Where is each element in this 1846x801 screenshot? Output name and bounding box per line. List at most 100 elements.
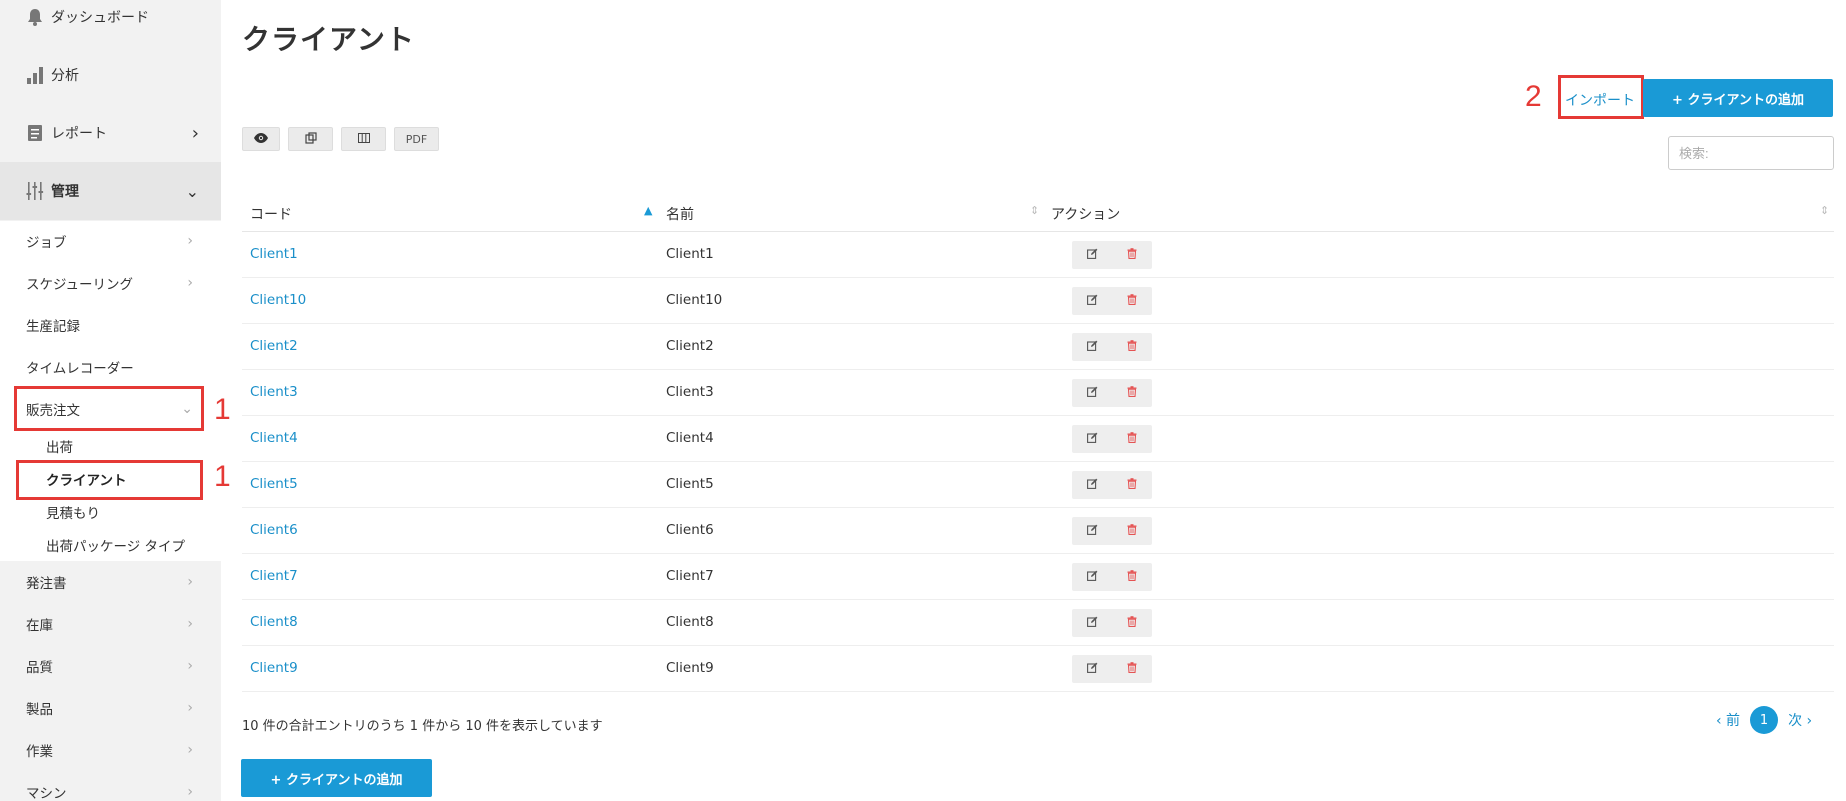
- trash-icon[interactable]: [1127, 662, 1137, 676]
- document-icon: [25, 123, 45, 143]
- edit-icon[interactable]: [1086, 432, 1098, 446]
- sidebar-item-quotes[interactable]: 見積もり: [0, 496, 221, 528]
- sidebar-item-quality[interactable]: 品質 ›: [0, 645, 221, 687]
- sidebar-item-label: ジョブ: [26, 235, 67, 251]
- add-client-button-bottom[interactable]: + クライアントの追加: [241, 759, 432, 797]
- table-row: Client9 Client9: [242, 646, 1834, 692]
- row-actions: [1072, 655, 1152, 683]
- table-body: Client1 Client1 Client10 Client10 Client2 Cli…: [242, 232, 1834, 692]
- edit-icon[interactable]: [1086, 478, 1098, 492]
- pagination: ‹ 前 1 次 ›: [1716, 706, 1812, 734]
- table-toolbar: PDF: [242, 127, 439, 151]
- sort-icon[interactable]: ⇕: [1820, 204, 1829, 217]
- trash-icon[interactable]: [1127, 616, 1137, 630]
- pdf-button[interactable]: PDF: [394, 127, 439, 151]
- client-code-link[interactable]: Client5: [250, 476, 298, 492]
- edit-icon[interactable]: [1086, 294, 1098, 308]
- sort-icon[interactable]: ⇕: [1030, 204, 1039, 217]
- trash-icon[interactable]: [1127, 340, 1137, 354]
- sidebar-item-purchase-orders[interactable]: 発注書 ›: [0, 561, 221, 603]
- client-code-link[interactable]: Client6: [250, 522, 298, 538]
- sidebar-item-shipping[interactable]: 出荷: [0, 430, 221, 462]
- row-actions: [1072, 287, 1152, 315]
- row-actions: [1072, 333, 1152, 361]
- sidebar-item-label: 発注書: [26, 576, 67, 592]
- sidebar-item-reports[interactable]: レポート ›: [0, 104, 221, 162]
- table-row: Client4 Client4: [242, 416, 1834, 462]
- chevron-right-icon: ›: [187, 616, 193, 632]
- sidebar-item-inventory[interactable]: 在庫 ›: [0, 603, 221, 645]
- client-code-link[interactable]: Client1: [250, 246, 298, 262]
- client-name: Client5: [666, 476, 714, 492]
- table-row: Client10 Client10: [242, 278, 1834, 324]
- column-header-actions[interactable]: アクション: [1051, 204, 1120, 224]
- column-header-code[interactable]: コード: [250, 204, 292, 224]
- chevron-down-icon: ⌄: [185, 181, 199, 201]
- row-actions: [1072, 241, 1152, 269]
- client-code-link[interactable]: Client2: [250, 338, 298, 354]
- prev-page-link[interactable]: ‹ 前: [1716, 710, 1740, 730]
- edit-icon[interactable]: [1086, 340, 1098, 354]
- table-row: Client5 Client5: [242, 462, 1834, 508]
- sidebar-item-products[interactable]: 製品 ›: [0, 687, 221, 729]
- view-button[interactable]: [242, 127, 280, 151]
- edit-icon[interactable]: [1086, 386, 1098, 400]
- trash-icon[interactable]: [1127, 386, 1137, 400]
- client-code-link[interactable]: Client4: [250, 430, 298, 446]
- sidebar-item-scheduling[interactable]: スケジューリング ›: [0, 262, 221, 304]
- import-link[interactable]: インポート: [1565, 90, 1635, 110]
- column-header-name[interactable]: 名前: [666, 204, 694, 224]
- next-page-link[interactable]: 次 ›: [1788, 710, 1812, 730]
- search-input[interactable]: [1668, 136, 1834, 170]
- bar-chart-icon: [25, 65, 45, 85]
- sidebar-item-machines[interactable]: マシン ›: [0, 771, 221, 801]
- trash-icon[interactable]: [1127, 524, 1137, 538]
- add-client-button[interactable]: + クライアントの追加: [1643, 79, 1833, 117]
- columns-icon: [357, 132, 370, 146]
- chevron-right-icon: ›: [187, 574, 193, 590]
- trash-icon[interactable]: [1127, 248, 1137, 262]
- trash-icon[interactable]: [1127, 570, 1137, 584]
- trash-icon[interactable]: [1127, 294, 1137, 308]
- client-code-link[interactable]: Client9: [250, 660, 298, 676]
- sidebar-item-analytics[interactable]: 分析: [0, 46, 221, 104]
- row-actions: [1072, 563, 1152, 591]
- edit-icon[interactable]: [1086, 524, 1098, 538]
- client-name: Client6: [666, 522, 714, 538]
- client-code-link[interactable]: Client8: [250, 614, 298, 630]
- sidebar-item-jobs[interactable]: ジョブ ›: [0, 220, 221, 262]
- sidebar-item-work[interactable]: 作業 ›: [0, 729, 221, 771]
- sidebar-item-label: スケジューリング: [26, 277, 134, 293]
- edit-icon[interactable]: [1086, 662, 1098, 676]
- sidebar-item-package-types[interactable]: 出荷パッケージ タイプ: [0, 529, 221, 561]
- edit-icon[interactable]: [1086, 570, 1098, 584]
- sidebar-item-label: タイムレコーダー: [26, 361, 134, 377]
- copy-button[interactable]: [288, 127, 333, 151]
- edit-icon[interactable]: [1086, 616, 1098, 630]
- trash-icon[interactable]: [1127, 478, 1137, 492]
- client-code-link[interactable]: Client10: [250, 292, 306, 308]
- sidebar-item-label: 見積もり: [46, 506, 100, 522]
- client-name: Client3: [666, 384, 714, 400]
- sort-asc-icon[interactable]: ▲: [644, 204, 652, 217]
- chevron-right-icon: ›: [187, 658, 193, 674]
- table-header: コード ▲ 名前 ⇕ アクション ⇕: [242, 192, 1834, 232]
- edit-icon[interactable]: [1086, 248, 1098, 262]
- sidebar-item-label: 製品: [26, 702, 53, 718]
- sidebar-item-time-recorder[interactable]: タイムレコーダー: [0, 346, 221, 388]
- sidebar-item-label: レポート: [51, 126, 107, 142]
- client-code-link[interactable]: Client7: [250, 568, 298, 584]
- sidebar-item-label: 生産記録: [26, 319, 80, 335]
- sidebar-item-production-records[interactable]: 生産記録: [0, 304, 221, 346]
- bell-icon: [25, 7, 45, 27]
- row-actions: [1072, 517, 1152, 545]
- annotation-number: 2: [1525, 80, 1542, 113]
- client-code-link[interactable]: Client3: [250, 384, 298, 400]
- current-page[interactable]: 1: [1750, 706, 1779, 734]
- row-actions: [1072, 609, 1152, 637]
- trash-icon[interactable]: [1127, 432, 1137, 446]
- sidebar-item-dashboard[interactable]: ダッシュボード: [0, 0, 221, 46]
- columns-button[interactable]: [341, 127, 386, 151]
- table-row: Client7 Client7: [242, 554, 1834, 600]
- sidebar-item-admin[interactable]: 管理 ⌄: [0, 162, 221, 220]
